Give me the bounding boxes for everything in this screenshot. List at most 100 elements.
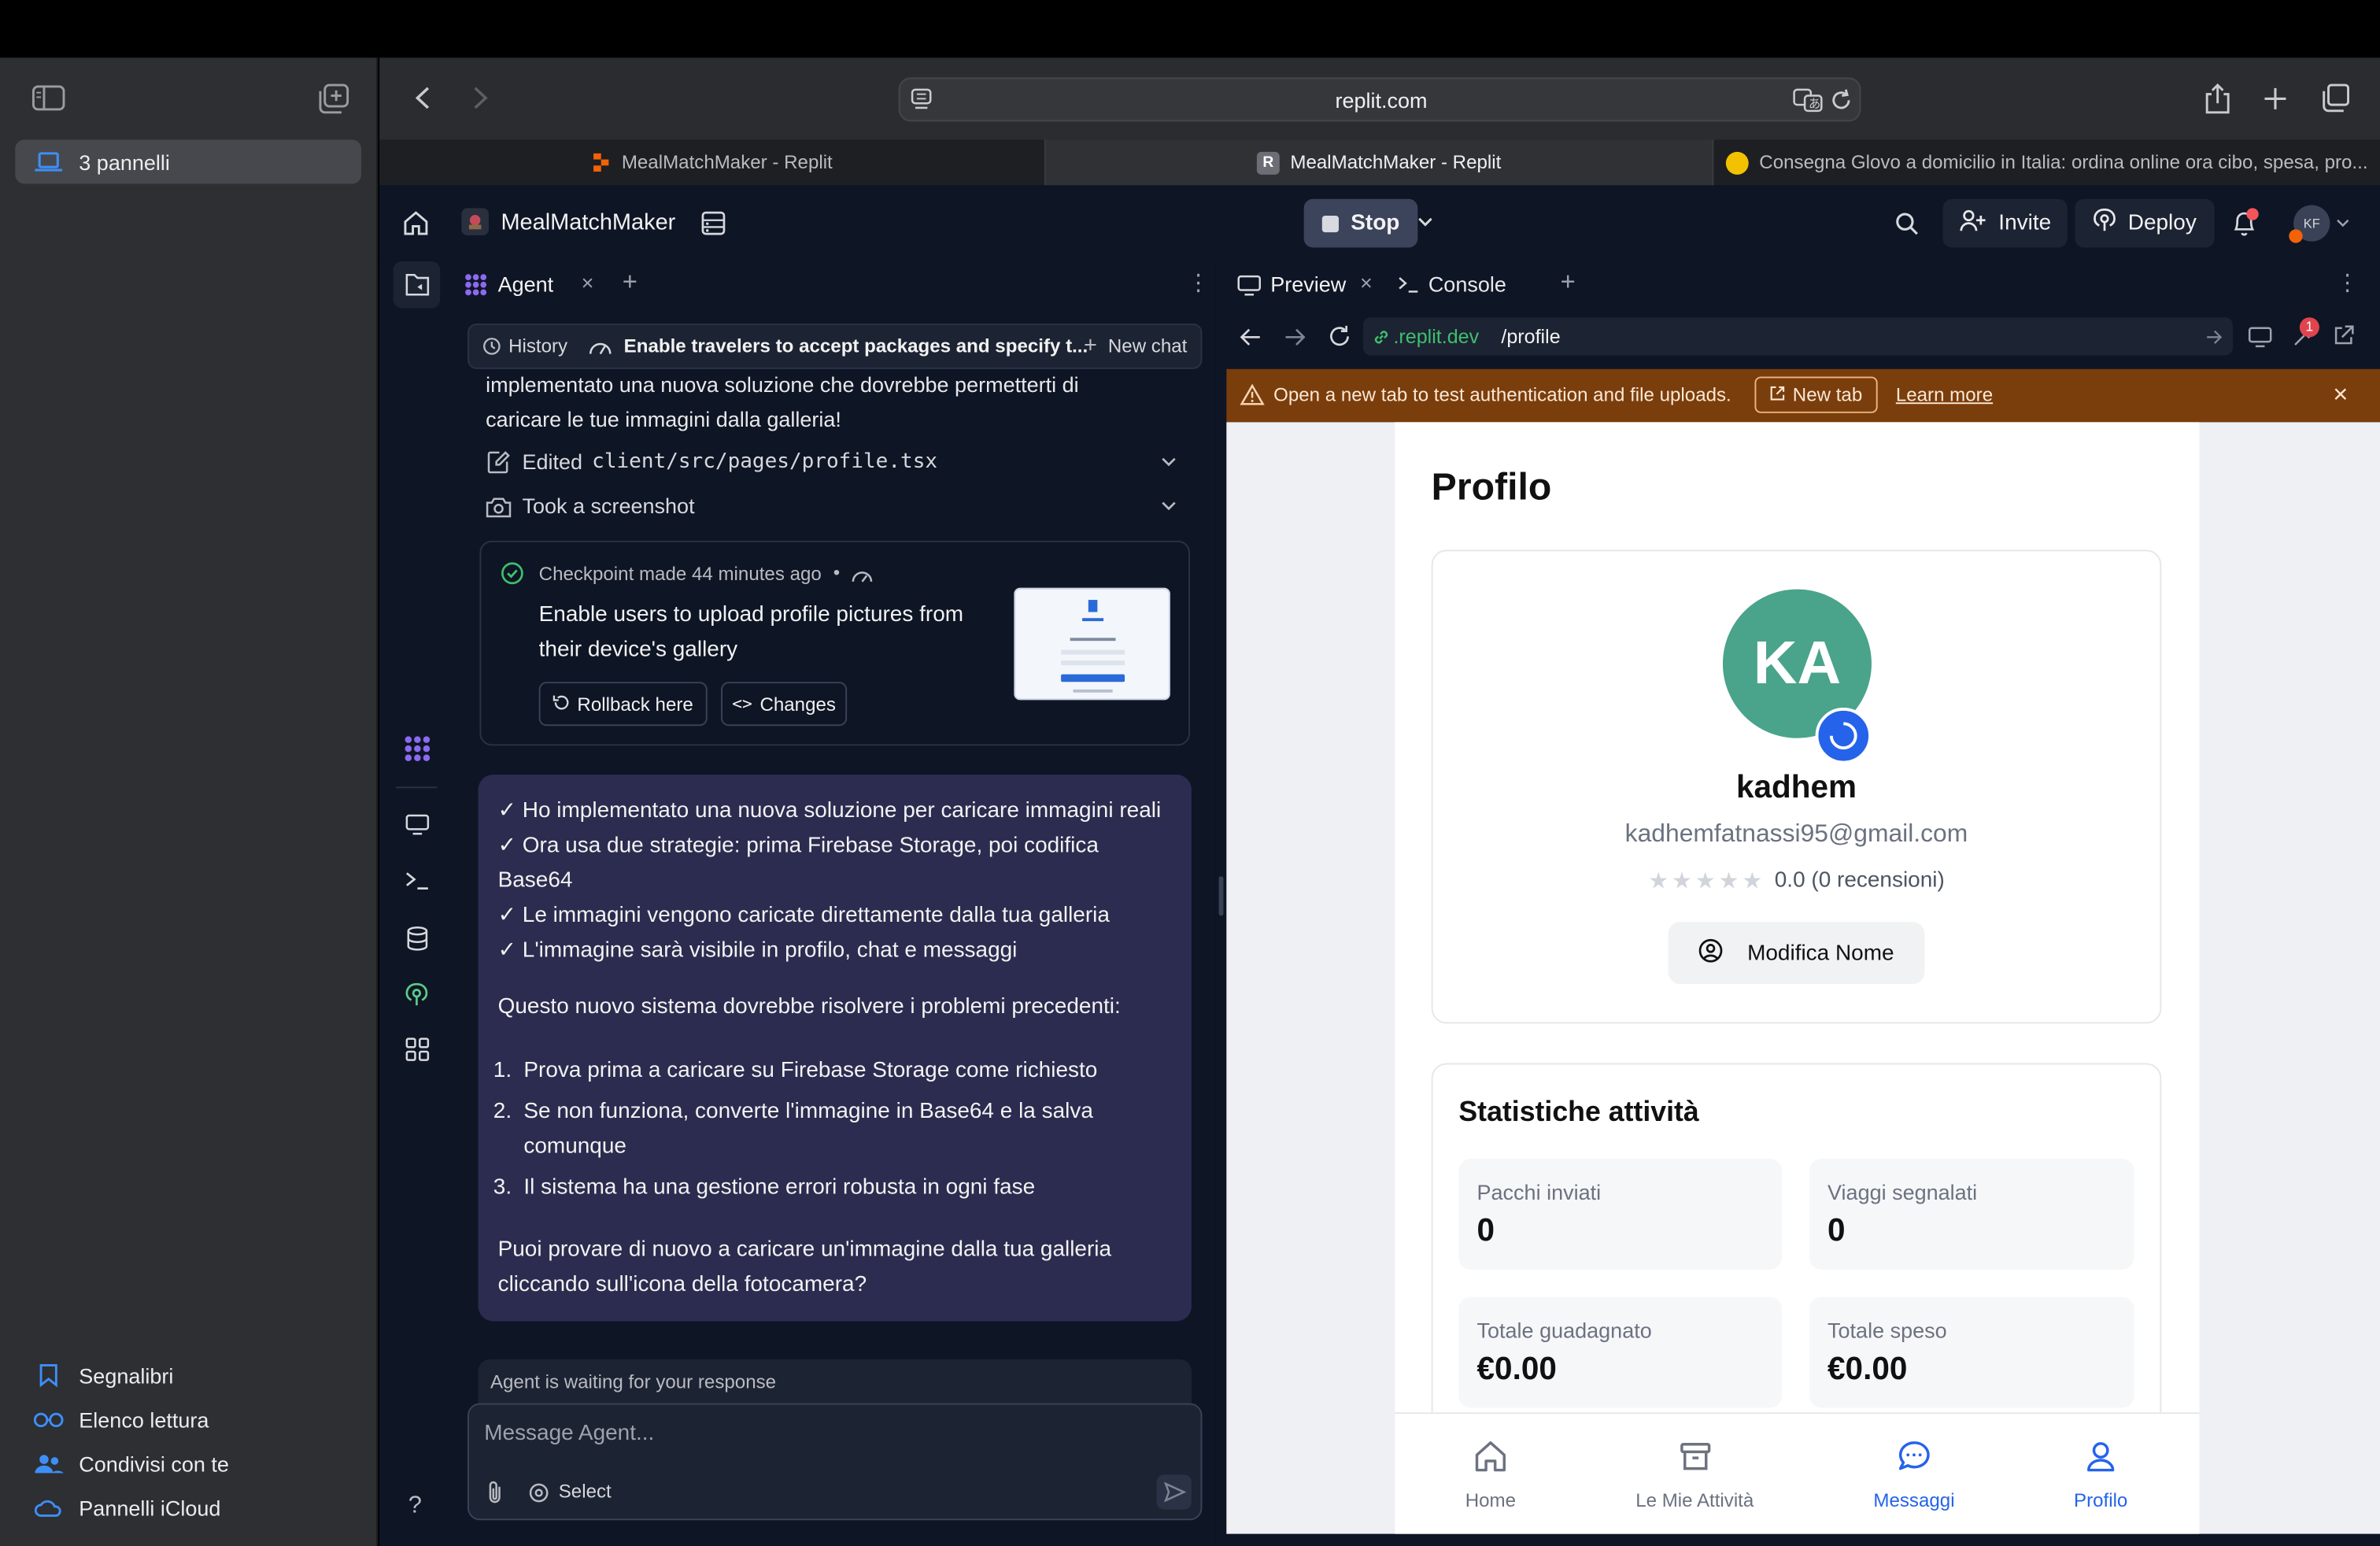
rollback-button[interactable]: Rollback here bbox=[538, 682, 708, 727]
browser-tab-3[interactable]: Consegna Glovo a domicilio in Italia: or… bbox=[1713, 139, 2380, 185]
separator-dot: • bbox=[833, 561, 841, 583]
tab-title: MealMatchMaker - Replit bbox=[621, 151, 833, 173]
tab-overview-icon[interactable] bbox=[2321, 83, 2350, 113]
changes-label: Changes bbox=[759, 693, 836, 715]
stat-value: 0 bbox=[1476, 1213, 1495, 1248]
close-banner-icon[interactable]: × bbox=[2333, 379, 2348, 410]
previous-message-tail: implementato una nuova soluzione che dov… bbox=[486, 368, 1184, 438]
tab-title: MealMatchMaker - Replit bbox=[1290, 151, 1502, 173]
all-tools-grid-icon[interactable] bbox=[405, 1037, 430, 1062]
message-input[interactable]: Message Agent... bbox=[484, 1422, 654, 1446]
add-tab-icon[interactable]: + bbox=[1561, 268, 1576, 298]
edited-file-action[interactable]: Edited client/src/pages/profile.tsx bbox=[486, 446, 1184, 479]
agent-status-bar: Agent is waiting for your response bbox=[478, 1359, 1192, 1405]
reload-icon[interactable] bbox=[1832, 89, 1852, 111]
webview-reload-icon[interactable] bbox=[1329, 325, 1351, 348]
send-icon bbox=[1163, 1481, 1187, 1503]
nav-label: Messaggi bbox=[1873, 1489, 1955, 1511]
help-icon[interactable]: ? bbox=[408, 1493, 422, 1521]
deploy-button[interactable]: Deploy bbox=[2075, 198, 2215, 248]
deployments-tool-icon[interactable] bbox=[405, 982, 428, 1007]
home-icon bbox=[1474, 1439, 1507, 1477]
browser-tab-1[interactable]: MealMatchMaker - Replit bbox=[379, 139, 1046, 186]
thumb-line bbox=[1070, 638, 1116, 642]
webview-url-bar[interactable]: .replit.dev /profile bbox=[1362, 317, 2233, 356]
run-options-chevron-icon[interactable] bbox=[1417, 217, 1432, 227]
webview-back-icon[interactable] bbox=[1240, 328, 1262, 346]
message-line: ✓ Ho implementato una nuova soluzione pe… bbox=[497, 798, 1162, 823]
invite-button[interactable]: Invite bbox=[1942, 198, 2068, 248]
database-tool-icon[interactable] bbox=[407, 926, 428, 951]
stop-button[interactable]: Stop bbox=[1303, 198, 1418, 248]
edit-name-button[interactable]: Modifica Nome bbox=[1668, 922, 1925, 985]
new-chat-button[interactable]: New chat bbox=[1108, 335, 1187, 357]
new-tab-button[interactable]: New tab bbox=[1754, 376, 1878, 413]
search-icon[interactable] bbox=[1896, 213, 1919, 235]
sidebar-item-tab-group[interactable]: 3 pannelli bbox=[15, 139, 362, 184]
attach-icon[interactable] bbox=[487, 1481, 502, 1505]
history-icon[interactable] bbox=[482, 337, 501, 355]
profile-name: kadhem bbox=[1735, 770, 1857, 805]
preview-menu-icon[interactable]: ⋮ bbox=[2336, 272, 2359, 294]
chat-title[interactable]: Enable travelers to accept packages and … bbox=[624, 335, 1088, 357]
home-icon[interactable] bbox=[404, 211, 428, 235]
console-tool-icon[interactable] bbox=[405, 871, 430, 890]
tab-console[interactable]: Console bbox=[1428, 272, 1506, 296]
nav-home[interactable]: Home bbox=[1422, 1414, 1559, 1535]
back-icon[interactable] bbox=[415, 87, 430, 109]
account-chevron-icon[interactable] bbox=[2336, 219, 2349, 228]
agent-menu-icon[interactable]: ⋮ bbox=[1187, 272, 1210, 294]
open-external-icon[interactable] bbox=[2333, 325, 2354, 346]
deploy-icon bbox=[2093, 208, 2116, 239]
learn-more-link[interactable]: Learn more bbox=[1896, 384, 1993, 405]
history-button[interactable]: History bbox=[508, 335, 567, 357]
device-size-icon[interactable] bbox=[2248, 327, 2272, 348]
sidebar-toggle-icon[interactable] bbox=[31, 85, 65, 111]
go-arrow-icon[interactable] bbox=[2205, 330, 2223, 345]
chevron-down-icon[interactable] bbox=[1161, 457, 1176, 467]
sidebar-item-bookmarks[interactable]: Segnalibri bbox=[15, 1353, 361, 1397]
address-bar[interactable]: replit.com あ bbox=[898, 77, 1861, 122]
list-number: 3. bbox=[493, 1175, 512, 1200]
code-icon: <> bbox=[732, 693, 752, 714]
browser-tab-2[interactable]: R MealMatchMaker - Replit bbox=[1045, 139, 1714, 186]
thumb-line bbox=[1082, 618, 1104, 622]
select-target-icon[interactable] bbox=[528, 1482, 549, 1503]
agent-tool-icon[interactable] bbox=[404, 735, 431, 763]
sidebar-item-label: 3 pannelli bbox=[79, 150, 170, 174]
files-toggle-icon[interactable] bbox=[405, 273, 430, 296]
tab-preview[interactable]: Preview bbox=[1270, 272, 1346, 296]
chevron-down-icon[interactable] bbox=[1161, 501, 1176, 511]
new-chat-plus-icon[interactable]: + bbox=[1084, 333, 1097, 359]
stat-tile: Viaggi segnalati 0 bbox=[1809, 1159, 2134, 1270]
resize-grip[interactable] bbox=[1218, 876, 1224, 916]
description-line: their device's gallery bbox=[538, 638, 738, 663]
screenshot-action[interactable]: Took a screenshot bbox=[486, 490, 1184, 523]
changes-button[interactable]: <> Changes bbox=[721, 682, 848, 727]
select-button[interactable]: Select bbox=[559, 1481, 612, 1502]
new-tab-group-icon[interactable] bbox=[317, 83, 349, 114]
new-tab-icon[interactable] bbox=[2264, 87, 2288, 111]
thumb-logo bbox=[1088, 600, 1098, 612]
forward-icon[interactable] bbox=[474, 87, 488, 109]
share-icon[interactable] bbox=[2205, 83, 2230, 114]
sidebar-item-reading-list[interactable]: Elenco lettura bbox=[15, 1397, 361, 1441]
agent-tab-label[interactable]: Agent bbox=[498, 272, 554, 296]
sidebar-item-shared[interactable]: Condivisi con te bbox=[15, 1441, 361, 1485]
close-preview-tab-icon[interactable]: × bbox=[1360, 270, 1373, 294]
webview-forward-icon[interactable] bbox=[1284, 328, 1306, 346]
checkpoint-screenshot-thumbnail[interactable] bbox=[1014, 587, 1170, 701]
nav-profile[interactable]: Profilo bbox=[2032, 1414, 2169, 1535]
pane-resize-handle[interactable] bbox=[1215, 261, 1227, 1546]
project-info-icon[interactable] bbox=[701, 211, 726, 235]
list-text: Il sistema ha una gestione errori robust… bbox=[523, 1175, 1036, 1200]
close-agent-tab-icon[interactable]: × bbox=[582, 270, 594, 294]
sidebar-item-icloud[interactable]: Pannelli iCloud bbox=[15, 1485, 361, 1529]
translate-icon[interactable]: あ bbox=[1793, 88, 1824, 113]
nav-messages[interactable]: Messaggi bbox=[1846, 1414, 1983, 1535]
stat-tile: Totale guadagnato €0.00 bbox=[1458, 1296, 1783, 1408]
nav-activities[interactable]: Le Mie Attività bbox=[1615, 1414, 1775, 1535]
project-name[interactable]: MealMatchMaker bbox=[501, 209, 675, 235]
add-tab-icon[interactable]: + bbox=[623, 268, 638, 298]
preview-tool-icon[interactable] bbox=[405, 814, 430, 835]
